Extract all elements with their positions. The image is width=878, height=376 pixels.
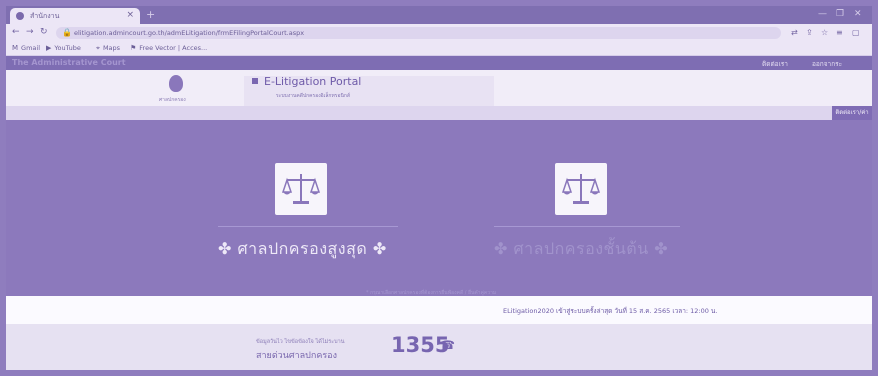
portal-logo-icon [252,78,258,84]
first-instance-court-link[interactable]: ✤ ศาลปกครองชั้นต้น ✤ [494,237,668,262]
bookmark-maps[interactable]: ⌖ Maps [96,44,120,53]
gmail-icon: M [12,44,19,52]
first-instance-court-divider [494,226,680,227]
scales-icon [282,174,320,204]
first-instance-court-scales-icon[interactable] [555,163,607,215]
window-close-icon[interactable]: ✕ [854,9,862,19]
browser-tab[interactable]: สำนักงาน × [10,8,140,24]
extensions-icon[interactable]: ≡ [836,28,843,37]
forward-icon[interactable]: → [26,27,34,37]
logo-caption: ศาลปกครอง [159,97,186,103]
restore-icon[interactable]: ❐ [836,9,844,19]
translate-icon[interactable]: ⇄ [791,28,798,37]
tab-title: สำนักงาน [30,12,60,20]
bookmark-icon: ⚑ [130,44,137,52]
portal-subtitle: ระบบงานคดีปกครองอิเล็กทรอนิกส์ [276,93,350,99]
nav-strip [6,106,872,120]
hotline-footer: ข้อมูลวันไว ไขข้อข้องใจ ได้ไม่ระบาน สายด… [6,324,872,370]
sidepanel-icon[interactable]: ▢ [852,28,860,37]
supreme-court-divider [218,226,398,227]
site-brand: The Administrative Court [12,58,126,67]
address-bar: ← → ↻ 🔒 elitigation.admincourt.go.th/adm… [6,24,872,42]
contact-link[interactable]: ติดต่อเรา [762,59,788,69]
portal-header: ศาลปกครอง E-Litigation Portal ระบบงานคดี… [6,70,872,107]
logout-link[interactable]: ออกจากระ [812,59,842,69]
tab-bar: สำนักงาน × + — ❐ ✕ [6,6,872,24]
court-selection: ✤ ศาลปกครองสูงสุด ✤ ✤ ศาลปกครองชั้นต้น ✤… [6,120,872,296]
site-top-bar: The Administrative Court ติดต่อเรา ออกจา… [6,56,872,70]
bookmark-gmail[interactable]: M Gmail [12,44,40,52]
url-text: elitigation.admincourt.go.th/admELitigat… [74,29,305,37]
court-logo [169,75,183,92]
minimize-icon[interactable]: — [818,9,827,19]
share-icon[interactable]: ⇪ [806,28,813,37]
hotline-tagline: ข้อมูลวันไว ไขข้อข้องใจ ได้ไม่ระบาน [256,339,345,345]
reload-icon[interactable]: ↻ [40,27,48,37]
tab-close-icon[interactable]: × [126,10,134,20]
maps-icon: ⌖ [96,44,100,52]
bookmarks-bar: M Gmail ▶ YouTube ⌖ Maps ⚑ Free Vector | Acc… [6,42,872,56]
favicon-icon [16,12,24,20]
supreme-court-scales-icon[interactable] [275,163,327,215]
contact-tab[interactable]: ติดต่อเรา/ค่า [832,106,872,120]
last-login-notice: ELitigation2020 เข้าสู่ระบบครั้งล่าสุด ว… [6,296,872,324]
hotline-label: สายด่วนศาลปกครอง [256,351,337,361]
url-input[interactable]: 🔒 elitigation.admincourt.go.th/admELitig… [56,27,781,39]
new-tab-button[interactable]: + [146,8,155,21]
browser-window: สำนักงาน × + — ❐ ✕ ← → ↻ 🔒 elitigation.a… [6,6,872,370]
screenshot-frame: สำนักงาน × + — ❐ ✕ ← → ↻ 🔒 elitigation.a… [0,0,878,376]
bookmark-free-vector[interactable]: ⚑ Free Vector | Acces... [130,44,207,52]
supreme-court-link[interactable]: ✤ ศาลปกครองสูงสุด ✤ [218,237,387,262]
star-icon[interactable]: ☆ [821,28,828,37]
lock-icon: 🔒 [62,28,72,37]
bookmark-youtube[interactable]: ▶ YouTube [46,44,81,52]
youtube-icon: ▶ [46,44,52,52]
scales-icon [562,174,600,204]
portal-title: E-Litigation Portal [264,75,362,88]
phone-icon: ☎ [440,338,455,352]
last-login-text: ELitigation2020 เข้าสู่ระบบครั้งล่าสุด ว… [503,307,718,315]
back-icon[interactable]: ← [12,27,20,37]
